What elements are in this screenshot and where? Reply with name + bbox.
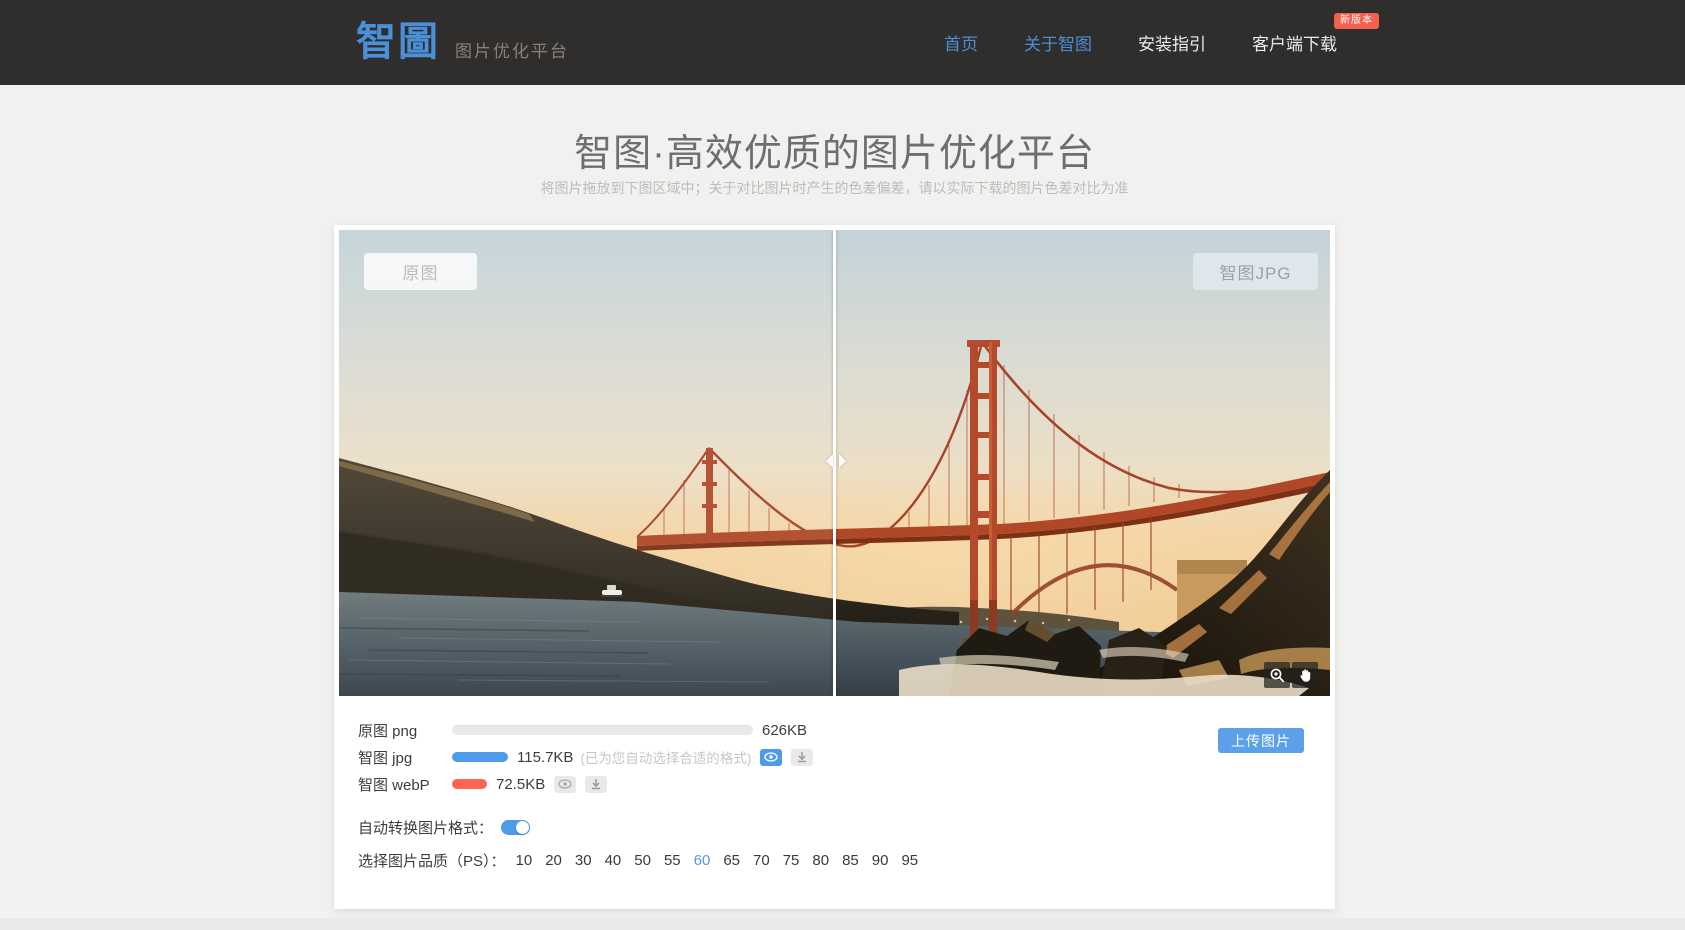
photo-toolbar (1264, 662, 1318, 688)
quality-option-85[interactable]: 85 (842, 852, 859, 869)
upload-image-button[interactable]: 上传图片 (1218, 728, 1304, 753)
preview-webp-button[interactable] (554, 775, 577, 793)
result-row-original-png: 原图 png 626KB (358, 720, 807, 740)
quality-option-55[interactable]: 55 (664, 852, 681, 869)
nav-item-about[interactable]: 关于智图 (1024, 30, 1092, 55)
slider-arrow-left-icon (819, 454, 833, 468)
result-row-jpg: 智图 jpg 115.7KB (已为您自动选择合适的格式) (358, 747, 814, 767)
auto-convert-label: 自动转换图片格式： (358, 819, 494, 837)
download-webp-button[interactable] (585, 775, 608, 793)
auto-convert-row: 自动转换图片格式： (358, 817, 531, 837)
download-icon (592, 779, 601, 790)
auto-format-note: (已为您自动选择合适的格式) (580, 751, 752, 766)
hand-icon (1299, 668, 1310, 682)
quality-options: 10 20 30 40 50 55 60 65 70 75 80 85 90 9… (516, 852, 919, 869)
download-icon (798, 752, 807, 763)
quality-option-20[interactable]: 20 (545, 852, 562, 869)
eye-icon (558, 779, 572, 789)
eye-icon (764, 752, 779, 762)
result-row-webp: 智图 webP 72.5KB (358, 774, 608, 794)
size-bar-jpg (452, 752, 508, 762)
quality-row: 选择图片品质（PS）： 10 20 30 40 50 55 60 65 70 7… (358, 850, 918, 870)
main-nav: 首页 关于智图 安装指引 客户端下载 新版本 (944, 0, 1379, 85)
file-size: 72.5KB (496, 775, 546, 793)
quality-option-95[interactable]: 95 (901, 852, 918, 869)
pan-button[interactable] (1292, 662, 1318, 688)
format-label: 智图 webP (358, 776, 430, 794)
quality-option-30[interactable]: 30 (575, 852, 592, 869)
quality-option-65[interactable]: 65 (723, 852, 740, 869)
optimized-image-label: 智图JPG (1193, 253, 1318, 290)
file-size: 626KB (762, 721, 808, 739)
image-compare-dropzone[interactable]: 原图 智图JPG (339, 230, 1330, 696)
file-size: 115.7KB (517, 748, 574, 766)
size-bar-original (452, 725, 753, 735)
app-header: 智圖 图片优化平台 首页 关于智图 安装指引 客户端下载 新版本 (0, 0, 1685, 85)
page-title: 智图·高效优质的图片优化平台 (574, 133, 1095, 175)
quality-option-50[interactable]: 50 (634, 852, 651, 869)
page-subtitle: 将图片拖放到下图区域中；关于对比图片时产生的色差偏差，请以实际下载的图片色差对比… (540, 180, 1129, 196)
quality-option-60-selected[interactable]: 60 (694, 852, 711, 869)
quality-option-70[interactable]: 70 (753, 852, 770, 869)
toggle-knob (516, 820, 530, 834)
nav-item-home[interactable]: 首页 (944, 30, 978, 55)
quality-option-10[interactable]: 10 (516, 852, 533, 869)
logo[interactable]: 智圖 图片优化平台 (356, 0, 569, 85)
size-bar-webp (452, 779, 487, 789)
new-version-badge: 新版本 (1334, 13, 1379, 29)
preview-jpg-button[interactable] (760, 748, 783, 766)
magnifier-plus-icon (1270, 668, 1284, 682)
format-label: 原图 png (358, 722, 418, 740)
download-jpg-button[interactable] (791, 748, 814, 766)
footer-strip (0, 918, 1685, 930)
quality-option-90[interactable]: 90 (872, 852, 889, 869)
auto-convert-toggle[interactable] (501, 819, 531, 835)
nav-item-install-guide[interactable]: 安装指引 (1138, 30, 1206, 55)
quality-option-75[interactable]: 75 (783, 852, 800, 869)
quality-option-80[interactable]: 80 (812, 852, 829, 869)
slider-arrow-right-icon (839, 454, 853, 468)
zoom-in-button[interactable] (1264, 662, 1290, 688)
compare-slider-handle[interactable] (826, 230, 846, 696)
nav-item-client-download[interactable]: 客户端下载 新版本 (1252, 13, 1379, 55)
original-image-label: 原图 (364, 253, 477, 290)
logo-tagline: 图片优化平台 (455, 42, 569, 61)
quality-option-40[interactable]: 40 (605, 852, 622, 869)
logo-text: 智圖 (356, 20, 440, 64)
quality-label: 选择图片品质（PS）： (358, 852, 506, 870)
format-label: 智图 jpg (358, 749, 413, 767)
main-card: 原图 智图JPG 原图 png 626KB 智图 jpg 115.7KB (已为… (334, 225, 1335, 909)
